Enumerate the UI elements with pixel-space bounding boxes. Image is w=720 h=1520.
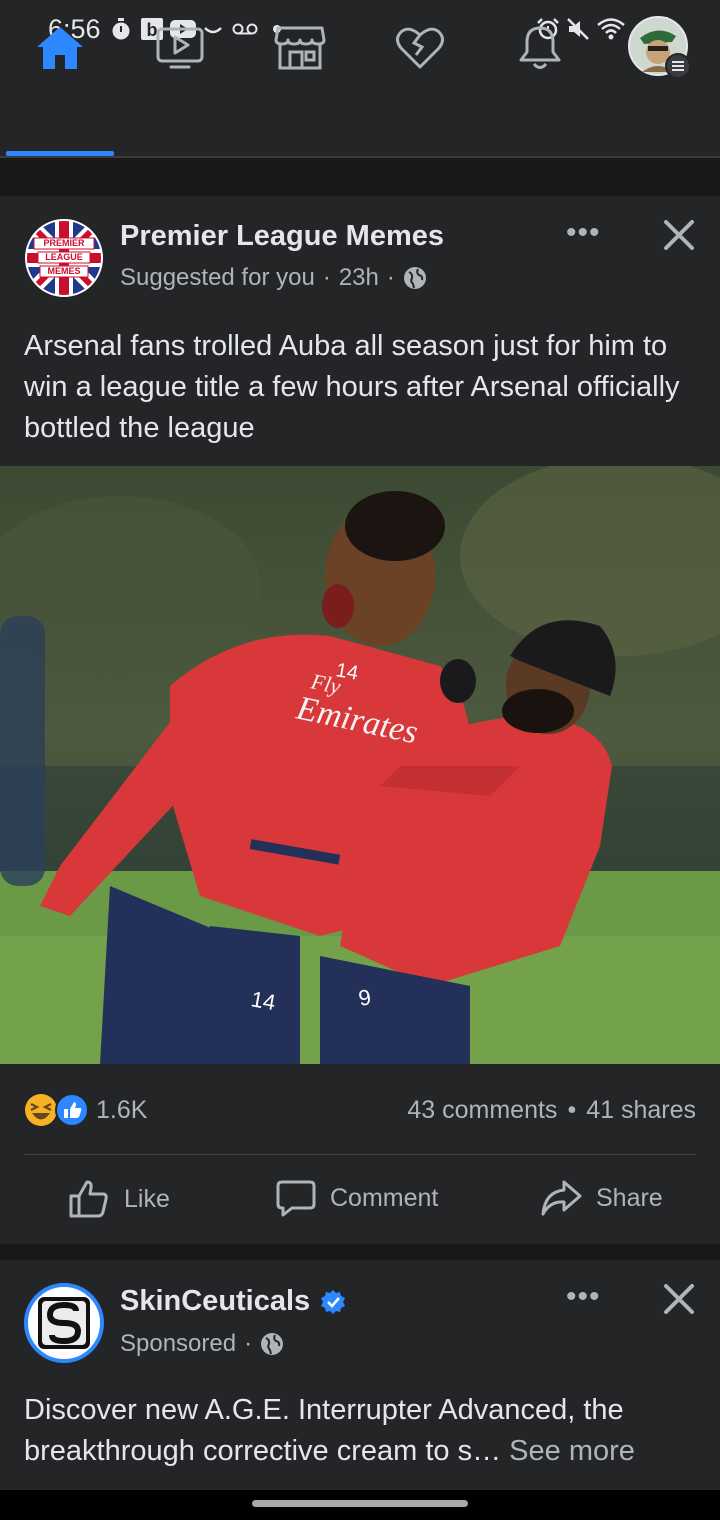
- watch-icon: [156, 27, 204, 69]
- dating-tab[interactable]: [384, 18, 456, 78]
- see-more-link[interactable]: See more: [509, 1435, 635, 1467]
- home-gesture-handle[interactable]: [252, 1500, 468, 1507]
- page-name[interactable]: Premier League Memes: [120, 220, 444, 253]
- comment-label: Comment: [330, 1183, 439, 1212]
- image-number-14-chest: 14: [334, 659, 360, 685]
- home-icon: [37, 27, 83, 69]
- sponsored-label[interactable]: Sponsored: [120, 1330, 236, 1358]
- count-separator: •: [567, 1096, 577, 1124]
- advertiser-name-row: SkinCeuticals: [120, 1285, 346, 1318]
- divider: [24, 1154, 696, 1155]
- stopwatch-icon: [110, 17, 132, 41]
- globe-icon: [403, 267, 426, 289]
- comment-icon: [276, 1180, 316, 1217]
- post-text: Arsenal fans trolled Auba all season jus…: [24, 330, 680, 444]
- comments-count[interactable]: 43 comments: [407, 1096, 557, 1125]
- wifi-icon: [596, 17, 626, 41]
- top-nav-bar: [0, 60, 720, 158]
- avatar-text-league: LEAGUE: [45, 252, 83, 262]
- close-icon: [664, 220, 694, 250]
- advertiser-name[interactable]: SkinCeuticals: [120, 1285, 310, 1318]
- close-icon: [664, 1284, 694, 1314]
- profile-menu-tab[interactable]: [624, 16, 696, 79]
- post-time[interactable]: 23h: [339, 264, 379, 292]
- notifications-tab[interactable]: [504, 18, 576, 78]
- hide-post-button[interactable]: [662, 218, 696, 257]
- voicemail-icon: [232, 17, 258, 41]
- like-label: Like: [124, 1184, 170, 1213]
- post-more-button[interactable]: •••: [566, 216, 601, 250]
- share-icon: [541, 1180, 582, 1216]
- shares-count[interactable]: 41 shares: [586, 1096, 696, 1125]
- like-button[interactable]: Like: [68, 1178, 170, 1220]
- avatar-text-premier: PREMIER: [43, 238, 85, 248]
- sponsored-meta: Sponsored ·: [120, 1330, 284, 1358]
- share-label: Share: [596, 1183, 663, 1212]
- engagement-counts: 43 comments • 41 shares: [407, 1096, 696, 1125]
- dating-icon: [396, 27, 444, 69]
- hide-ad-button[interactable]: [662, 1282, 696, 1321]
- like-icon: [69, 1180, 108, 1218]
- share-button[interactable]: Share: [540, 1178, 663, 1218]
- notifications-icon: [519, 26, 561, 69]
- reaction-count[interactable]: 1.6K: [96, 1096, 147, 1125]
- post-meta: Suggested for you · 23h ·: [120, 264, 427, 292]
- sponsored-more-button[interactable]: •••: [566, 1280, 601, 1314]
- avatar-text-memes: MEMES: [47, 266, 81, 276]
- home-tab[interactable]: [24, 18, 96, 78]
- meta-separator: ·: [244, 1330, 253, 1357]
- profile-menu-icon: [628, 16, 691, 79]
- watch-tab[interactable]: [144, 18, 216, 78]
- sponsored-text: Discover new A.G.E. Interrupter Advanced…: [24, 1390, 704, 1472]
- meta-separator: ·: [386, 264, 395, 291]
- image-number-14-shorts: 14: [249, 986, 277, 1015]
- suggested-label: Suggested for you: [120, 264, 315, 291]
- reaction-icons[interactable]: [24, 1092, 90, 1128]
- globe-icon: [261, 1333, 284, 1355]
- advertiser-avatar[interactable]: [24, 1283, 104, 1363]
- marketplace-icon: [274, 26, 326, 70]
- post-image[interactable]: Emirates Fly 14 14 9: [0, 456, 720, 1064]
- meta-separator: ·: [322, 264, 331, 291]
- marketplace-tab[interactable]: [264, 18, 336, 78]
- comment-button[interactable]: Comment: [276, 1178, 438, 1218]
- verified-badge-icon: [321, 1289, 346, 1314]
- active-tab-indicator: [6, 151, 114, 156]
